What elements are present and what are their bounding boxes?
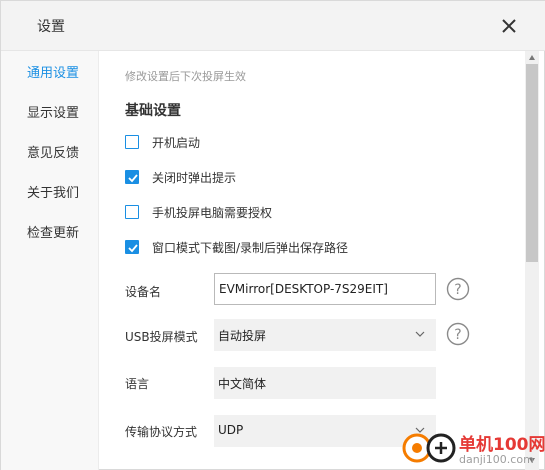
language-field: 中文简体: [214, 367, 436, 399]
checkbox-box[interactable]: [125, 240, 139, 254]
checkbox-label: 关闭时弹出提示: [152, 171, 237, 185]
checkbox-box[interactable]: [125, 205, 139, 219]
protocol-value: UDP: [218, 423, 244, 437]
settings-content: 修改设置后下次投屏生效 基础设置 开机启动 关闭时弹出提示 手机投屏电脑需要授权…: [99, 51, 525, 470]
checkmark-icon: [128, 244, 138, 253]
checkbox-label: 窗口模式下截图/录制后弹出保存路径: [152, 241, 349, 255]
vertical-scrollbar[interactable]: [525, 51, 539, 470]
watermark-url: danji100.com: [459, 453, 534, 466]
close-button[interactable]: [495, 12, 523, 40]
language-value: 中文简体: [218, 377, 267, 391]
protocol-label: 传输协议方式: [125, 425, 198, 439]
usb-mode-select[interactable]: 自动投屏: [214, 319, 436, 351]
scrollbar-thumb[interactable]: [526, 64, 538, 262]
title-bar: 设置: [1, 1, 545, 51]
sidebar-item-update[interactable]: 检查更新: [27, 222, 79, 241]
section-title: 基础设置: [125, 103, 181, 119]
site-watermark: 单机100网 danji100.com: [401, 428, 545, 470]
usb-mode-label: USB投屏模式: [125, 330, 198, 344]
sidebar-item-general[interactable]: 通用设置: [27, 62, 79, 81]
watermark-logo-icon: [402, 433, 456, 463]
sidebar-item-display[interactable]: 显示设置: [27, 102, 79, 121]
sidebar-item-feedback[interactable]: 意见反馈: [27, 142, 79, 161]
language-label: 语言: [125, 377, 150, 391]
device-name-input[interactable]: [214, 273, 436, 305]
help-icon: ?: [446, 277, 470, 301]
usb-mode-value: 自动投屏: [218, 329, 267, 343]
device-name-label: 设备名: [125, 285, 162, 299]
help-button-device[interactable]: ?: [446, 277, 470, 301]
window-title: 设置: [37, 19, 65, 35]
settings-hint: 修改设置后下次投屏生效: [125, 70, 246, 83]
checkmark-icon: [128, 174, 138, 183]
sidebar-item-about[interactable]: 关于我们: [27, 182, 79, 201]
close-icon: [502, 19, 516, 33]
watermark-logo-text: 单机100网: [459, 435, 545, 455]
chevron-down-icon: [415, 331, 425, 337]
help-icon: ?: [446, 322, 470, 346]
help-button-usb[interactable]: ?: [446, 322, 470, 346]
svg-text:?: ?: [454, 282, 461, 298]
settings-sidebar: 通用设置 显示设置 意见反馈 关于我们 检查更新: [1, 51, 99, 470]
checkbox-box[interactable]: [125, 170, 139, 184]
checkbox-label: 开机启动: [152, 136, 201, 150]
checkbox-label: 手机投屏电脑需要授权: [152, 206, 273, 220]
settings-window: 设置 通用设置 显示设置 意见反馈 关于我们 检查更新 修改设置后下次投屏生效 …: [0, 0, 545, 470]
scroll-up-icon[interactable]: [528, 54, 536, 62]
svg-text:?: ?: [454, 327, 461, 343]
checkbox-box[interactable]: [125, 135, 139, 149]
